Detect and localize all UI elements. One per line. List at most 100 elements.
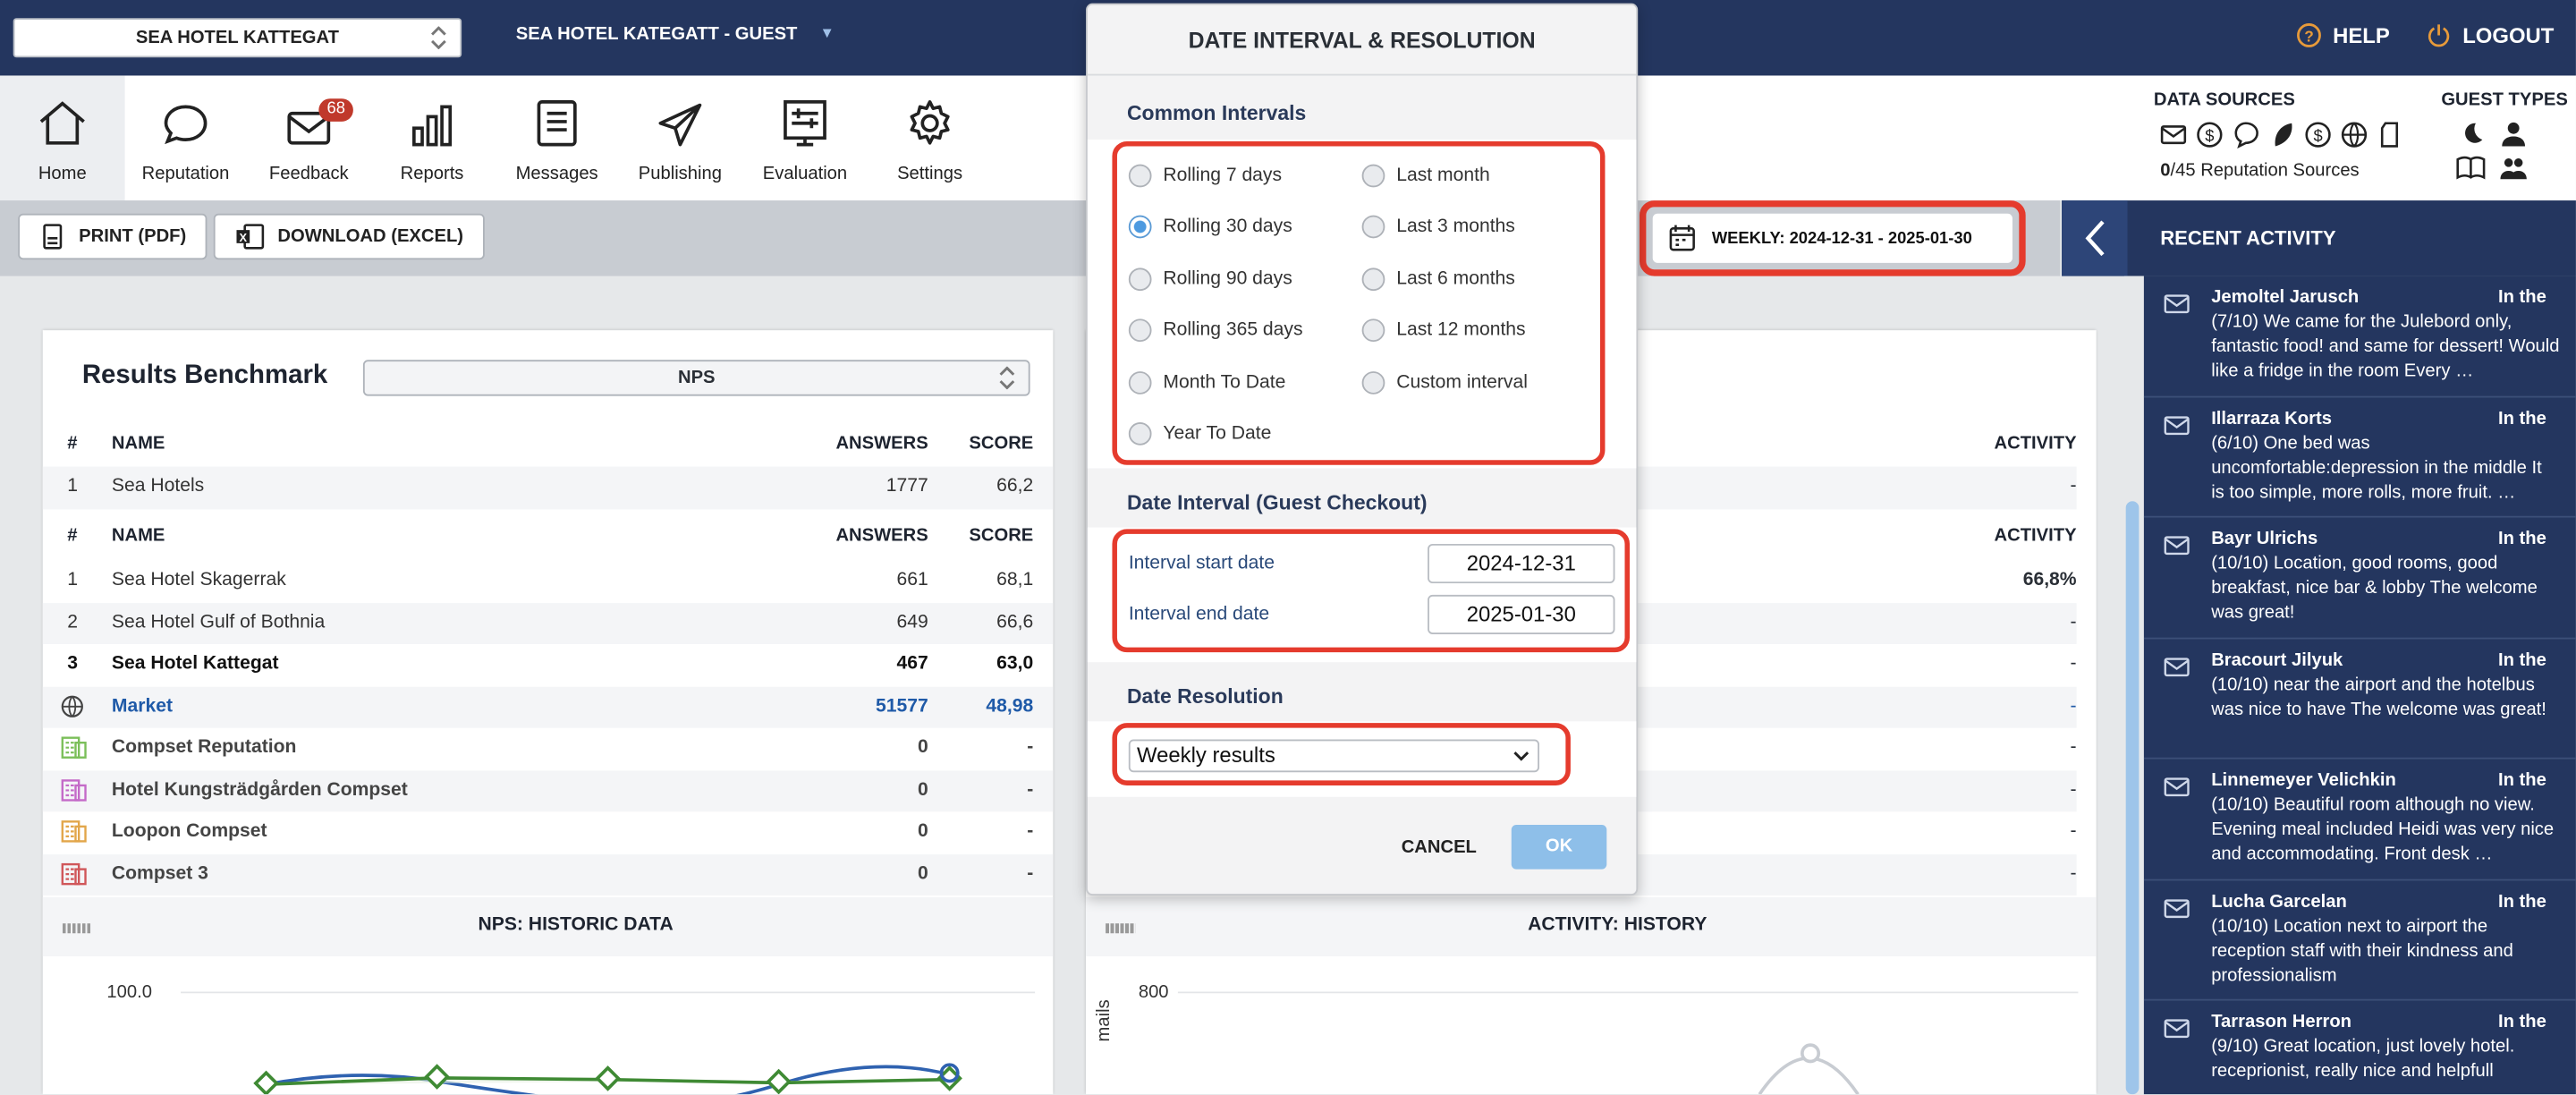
activity-item[interactable]: Jemoltel Jarusch In the (7/10) We came for… bbox=[2143, 276, 2576, 397]
column-header[interactable]: SCORE bbox=[969, 526, 1033, 546]
table-row[interactable]: 1 Sea Hotel Skagerrak 661 68,1 bbox=[43, 560, 1054, 602]
end-date-input[interactable]: 2025-01-30 bbox=[1428, 594, 1615, 634]
help-button[interactable]: ? HELP bbox=[2297, 23, 2390, 47]
data-point[interactable] bbox=[766, 1068, 792, 1095]
column-header[interactable]: SCORE bbox=[969, 434, 1033, 454]
interval-radio[interactable]: Year To Date bbox=[1128, 422, 1271, 446]
table-row[interactable]: Hotel Kungsträdgården Compset 0 - bbox=[42, 769, 1054, 812]
interval-radio[interactable]: Custom interval bbox=[1361, 371, 1528, 395]
select-arrows-icon bbox=[430, 26, 446, 50]
price-source-icon[interactable]: $ bbox=[2303, 120, 2333, 149]
moon-icon[interactable] bbox=[2456, 120, 2486, 146]
mail-icon bbox=[2164, 898, 2190, 918]
radio-unselected[interactable] bbox=[1361, 215, 1385, 239]
collapse-panel-button[interactable] bbox=[2062, 200, 2128, 276]
guest-context-label[interactable]: SEA HOTEL KATEGATT - GUEST bbox=[516, 25, 798, 45]
radio-unselected[interactable] bbox=[1128, 267, 1152, 292]
nav-settings[interactable]: Settings bbox=[868, 75, 993, 200]
mobile-source-icon[interactable] bbox=[2376, 120, 2405, 149]
radio-unselected[interactable] bbox=[1128, 164, 1152, 188]
nav-evaluation[interactable]: Evaluation bbox=[742, 75, 868, 200]
data-point[interactable] bbox=[595, 1065, 621, 1091]
nav-reports[interactable]: Reports bbox=[369, 75, 495, 200]
start-date-input[interactable]: 2024-12-31 bbox=[1428, 543, 1615, 584]
data-point[interactable] bbox=[424, 1064, 450, 1090]
evaluation-icon bbox=[742, 75, 868, 148]
drag-handle[interactable] bbox=[62, 923, 92, 934]
nav-home[interactable]: Home bbox=[0, 75, 125, 201]
radio-unselected[interactable] bbox=[1128, 318, 1152, 343]
data-point[interactable] bbox=[1801, 1043, 1821, 1064]
column-header[interactable]: ANSWERS bbox=[835, 434, 928, 454]
table-row[interactable]: 3 Sea Hotel Kattegat 467 63,0 bbox=[43, 644, 1054, 686]
globe-source-icon[interactable] bbox=[2339, 120, 2368, 149]
activity-cell: - bbox=[1632, 685, 2077, 728]
dollar-source-icon[interactable]: $ bbox=[2195, 120, 2224, 149]
metric-select[interactable]: NPS bbox=[362, 360, 1030, 396]
interval-radio[interactable]: Rolling 90 days bbox=[1128, 267, 1292, 292]
column-header[interactable]: # bbox=[67, 434, 77, 454]
ok-button[interactable]: OK bbox=[1511, 825, 1607, 870]
activity-item[interactable]: Bayr Ulrichs In the (10/10) Location, good… bbox=[2143, 518, 2576, 639]
hotel-select[interactable]: SEA HOTEL KATTEGAT bbox=[13, 18, 462, 58]
interval-radio[interactable]: Last 12 months bbox=[1361, 318, 1526, 343]
table-row[interactable]: 2 Sea Hotel Gulf of Bothnia 649 66,6 bbox=[42, 602, 1054, 644]
print-pdf-button[interactable]: PRINT (PDF) bbox=[18, 213, 208, 260]
interval-radio[interactable]: Month To Date bbox=[1128, 371, 1285, 395]
person-icon[interactable] bbox=[2499, 120, 2529, 147]
resolution-select[interactable]: Weekly results bbox=[1128, 739, 1539, 773]
nav-feedback[interactable]: 68 Feedback bbox=[247, 75, 372, 200]
table-row[interactable]: Market 51577 48,98 bbox=[42, 685, 1054, 728]
table-row[interactable]: 1 Sea Hotels 1777 66,2 bbox=[42, 466, 1054, 509]
activity-scrollbar-thumb[interactable] bbox=[2125, 501, 2140, 1095]
rep-count: 0 bbox=[2160, 160, 2171, 182]
column-header[interactable]: NAME bbox=[112, 526, 165, 546]
data-point[interactable] bbox=[253, 1070, 279, 1095]
nav-publishing[interactable]: Publishing bbox=[618, 75, 743, 200]
mail-source-icon[interactable] bbox=[2158, 120, 2188, 149]
interval-radio[interactable]: Rolling 365 days bbox=[1128, 318, 1303, 343]
date-range-button[interactable]: WEEKLY: 2024-12-31 - 2025-01-30 bbox=[1652, 213, 2012, 263]
radio-selected[interactable] bbox=[1128, 215, 1152, 239]
radio-unselected[interactable] bbox=[1128, 422, 1152, 446]
activity-item[interactable]: Linnemeyer Velichkin In the (10/10) Beauti… bbox=[2143, 760, 2576, 880]
activity-item[interactable]: Illarraza Korts In the (6/10) One bed was … bbox=[2143, 397, 2576, 518]
cancel-button[interactable]: CANCEL bbox=[1402, 838, 1477, 858]
column-header[interactable]: ACTIVITY bbox=[1995, 434, 2077, 454]
activity-item[interactable]: Bracourt Jilyuk In the (10/10) near the ai… bbox=[2143, 639, 2576, 760]
nav-messages[interactable]: Messages bbox=[495, 75, 620, 200]
column-header[interactable]: # bbox=[67, 526, 77, 546]
radio-unselected[interactable] bbox=[1361, 318, 1385, 343]
column-header[interactable]: NAME bbox=[112, 434, 165, 454]
interval-radio[interactable]: Last 3 months bbox=[1361, 215, 1515, 239]
radio-unselected[interactable] bbox=[1128, 371, 1152, 395]
interval-radio[interactable]: Last 6 months bbox=[1361, 267, 1515, 292]
interval-radio[interactable]: Last month bbox=[1361, 164, 1490, 188]
caret-down-icon[interactable]: ▼ bbox=[820, 25, 835, 41]
interval-radio[interactable]: Rolling 30 days bbox=[1128, 215, 1292, 239]
group-icon[interactable] bbox=[2499, 155, 2529, 181]
nav-evaluation-label: Evaluation bbox=[762, 164, 848, 184]
divider bbox=[1087, 73, 1637, 76]
book-icon[interactable] bbox=[2456, 155, 2486, 181]
download-excel-button[interactable]: X DOWNLOAD (EXCEL) bbox=[213, 213, 485, 260]
activity-item[interactable]: Lucha Garcelan In the (10/10) Location nex… bbox=[2143, 880, 2576, 1001]
paper-plane-icon bbox=[618, 75, 743, 148]
radio-unselected[interactable] bbox=[1361, 267, 1385, 292]
column-header[interactable]: ACTIVITY bbox=[1995, 526, 2077, 546]
interval-radio[interactable]: Rolling 7 days bbox=[1128, 164, 1282, 188]
nav-reputation[interactable]: Reputation bbox=[123, 75, 249, 200]
date-range-label: WEEKLY: 2024-12-31 - 2025-01-30 bbox=[1711, 229, 1972, 248]
table-row[interactable]: Loopon Compset 0 - bbox=[43, 811, 1054, 853]
table-row[interactable]: Compset Reputation 0 - bbox=[43, 728, 1054, 770]
radio-unselected[interactable] bbox=[1361, 371, 1385, 395]
logout-button[interactable]: LOGOUT bbox=[2427, 23, 2554, 47]
chat-source-icon[interactable] bbox=[2231, 120, 2260, 149]
table-row[interactable]: Compset 3 0 - bbox=[42, 853, 1054, 896]
radio-unselected[interactable] bbox=[1361, 164, 1385, 188]
activity-item[interactable]: Tarrason Herron In the (9/10) Great locati… bbox=[2144, 1001, 2576, 1095]
leaf-source-icon[interactable] bbox=[2267, 120, 2297, 149]
column-header[interactable]: ANSWERS bbox=[835, 526, 928, 546]
drag-handle[interactable] bbox=[1106, 923, 1136, 934]
nps-history-title: NPS: HISTORIC DATA bbox=[478, 915, 674, 936]
